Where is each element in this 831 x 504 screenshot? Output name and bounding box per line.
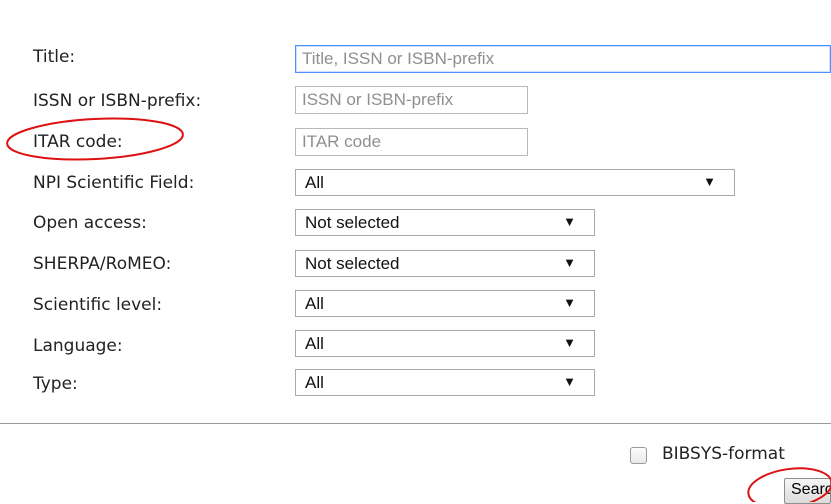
itar-code-input[interactable] bbox=[295, 128, 528, 156]
form-divider bbox=[0, 423, 831, 424]
bibsys-format-label[interactable]: BIBSYS-format bbox=[662, 444, 785, 464]
open-access-select[interactable]: Not selected ▼ bbox=[295, 209, 595, 236]
npi-field-value: All bbox=[305, 173, 324, 192]
issn-input[interactable] bbox=[295, 86, 528, 114]
title-input[interactable] bbox=[295, 45, 831, 73]
title-label: Title: bbox=[33, 47, 76, 67]
dropdown-arrow-icon: ▼ bbox=[563, 335, 576, 350]
bibsys-format-checkbox[interactable] bbox=[630, 447, 647, 464]
npi-field-select[interactable]: All ▼ bbox=[295, 169, 735, 196]
dropdown-arrow-icon: ▼ bbox=[563, 295, 576, 310]
open-access-value: Not selected bbox=[305, 213, 400, 232]
scientific-level-label: Scientific level: bbox=[33, 295, 163, 315]
language-value: All bbox=[305, 334, 324, 353]
sherpa-romeo-select[interactable]: Not selected ▼ bbox=[295, 250, 595, 277]
language-select[interactable]: All ▼ bbox=[295, 330, 595, 357]
dropdown-arrow-icon: ▼ bbox=[703, 174, 716, 189]
sherpa-romeo-value: Not selected bbox=[305, 254, 400, 273]
scientific-level-select[interactable]: All ▼ bbox=[295, 290, 595, 317]
search-button[interactable]: Search bbox=[784, 478, 831, 504]
scientific-level-value: All bbox=[305, 294, 324, 313]
sherpa-romeo-label: SHERPA/RoMEO: bbox=[33, 254, 172, 274]
issn-label: ISSN or ISBN-prefix: bbox=[33, 91, 202, 111]
type-value: All bbox=[305, 373, 324, 392]
dropdown-arrow-icon: ▼ bbox=[563, 214, 576, 229]
dropdown-arrow-icon: ▼ bbox=[563, 374, 576, 389]
type-select[interactable]: All ▼ bbox=[295, 369, 595, 396]
npi-field-label: NPI Scientific Field: bbox=[33, 173, 195, 193]
open-access-label: Open access: bbox=[33, 213, 147, 233]
language-label: Language: bbox=[33, 336, 123, 356]
type-label: Type: bbox=[33, 374, 78, 394]
dropdown-arrow-icon: ▼ bbox=[563, 255, 576, 270]
itar-label: ITAR code: bbox=[33, 132, 123, 152]
